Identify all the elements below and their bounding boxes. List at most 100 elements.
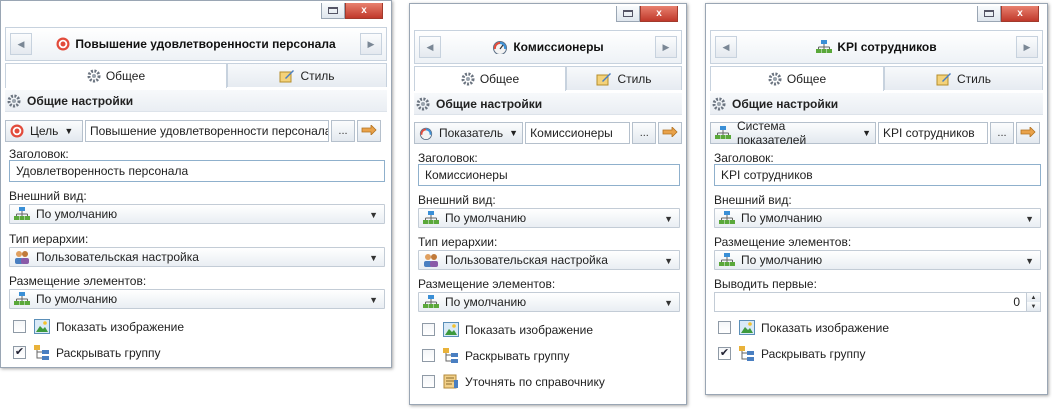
section-title: Общие настройки xyxy=(436,96,543,111)
browse-button[interactable]: ... xyxy=(632,122,657,144)
hierarchy-icon xyxy=(14,292,30,306)
next-arrow-button[interactable]: ▶ xyxy=(1016,36,1038,58)
restore-button[interactable] xyxy=(616,6,640,22)
gear-icon xyxy=(461,72,475,86)
show-image-label: Показать изображение xyxy=(465,322,594,337)
chevron-down-icon: ▼ xyxy=(64,126,74,136)
next-arrow-button[interactable]: ▶ xyxy=(655,36,677,58)
source-type-button[interactable]: Показатель ▼ xyxy=(414,122,524,144)
tab-general-label: Общее xyxy=(786,72,827,86)
expand-group-option[interactable]: ✔ Раскрывать группу xyxy=(718,346,865,361)
spinner-buttons[interactable]: ▲ ▼ xyxy=(1026,293,1040,311)
close-button[interactable]: x xyxy=(1001,6,1039,22)
placement-select[interactable]: По умолчанию ▼ xyxy=(9,289,385,309)
window-controls: x xyxy=(321,3,383,21)
chevron-down-icon: ▼ xyxy=(509,128,519,138)
prev-arrow-button[interactable]: ◀ xyxy=(419,36,441,58)
chevron-down-icon: ▼ xyxy=(369,295,378,305)
expand-group-checkbox[interactable]: ✔ xyxy=(718,347,731,360)
heading-input[interactable]: KPI сотрудников xyxy=(714,164,1041,186)
panel-title: Комиссионеры xyxy=(513,40,604,54)
placement-label: Размещение элементов: xyxy=(9,274,147,288)
tab-style[interactable]: Стиль xyxy=(566,66,682,90)
placement-value: По умолчанию xyxy=(741,253,823,267)
prev-arrow-button[interactable]: ◀ xyxy=(10,33,32,55)
heading-input[interactable]: Удовлетворенность персонала xyxy=(9,160,385,182)
hierarchy-type-select[interactable]: Пользовательская настройка ▼ xyxy=(418,250,680,270)
restore-button[interactable] xyxy=(321,3,345,19)
appearance-value: По умолчанию xyxy=(36,207,118,221)
link-arrow-icon xyxy=(1020,125,1036,140)
source-type-button[interactable]: Система показателей ▼ xyxy=(710,119,876,147)
placement-select[interactable]: По умолчанию ▼ xyxy=(714,250,1041,270)
show-image-option[interactable]: Показать изображение xyxy=(422,322,593,337)
heading-label: Заголовок: xyxy=(418,151,478,165)
chevron-down-icon: ▼ xyxy=(862,128,871,138)
heading-input[interactable]: Комиссионеры xyxy=(418,164,680,186)
users-icon xyxy=(423,253,439,267)
expand-group-option[interactable]: ✔ Раскрывать группу xyxy=(13,345,160,360)
appearance-select[interactable]: По умолчанию ▼ xyxy=(418,208,680,228)
expand-group-option[interactable]: Раскрывать группу xyxy=(422,348,569,363)
image-icon xyxy=(443,322,459,337)
hierarchy-type-select[interactable]: Пользовательская настройка ▼ xyxy=(9,247,385,267)
browse-button[interactable]: ... xyxy=(990,122,1014,144)
chevron-down-icon: ▼ xyxy=(664,256,673,266)
browse-button[interactable]: ... xyxy=(331,120,355,142)
spin-up-icon[interactable]: ▲ xyxy=(1027,293,1040,302)
group-icon xyxy=(739,346,755,361)
show-image-option[interactable]: Показать изображение xyxy=(13,319,184,334)
expand-group-label: Раскрывать группу xyxy=(761,346,866,361)
appearance-select[interactable]: По умолчанию ▼ xyxy=(714,208,1041,228)
show-image-checkbox[interactable] xyxy=(718,321,731,334)
tab-general[interactable]: Общее xyxy=(5,63,227,88)
spin-down-icon[interactable]: ▼ xyxy=(1027,302,1040,311)
source-value-field[interactable]: Комиссионеры xyxy=(525,122,631,144)
chevron-down-icon: ▼ xyxy=(1025,214,1034,224)
placement-select[interactable]: По умолчанию ▼ xyxy=(418,292,680,312)
section-header: Общие настройки xyxy=(5,90,387,112)
panel-title-bar: ◀ Повышение удовлетворенности персонала … xyxy=(5,27,387,61)
restore-button[interactable] xyxy=(977,6,1001,22)
show-first-spinner[interactable]: 0 ▲ ▼ xyxy=(714,292,1041,312)
tab-style[interactable]: Стиль xyxy=(884,66,1043,90)
prev-arrow-button[interactable]: ◀ xyxy=(715,36,737,58)
style-icon xyxy=(936,72,952,86)
settings-panel-indicator: x ◀ Комиссионеры ▶ Общее Стиль Общие нас… xyxy=(409,3,687,405)
appearance-select[interactable]: По умолчанию ▼ xyxy=(9,204,385,224)
source-row: Система показателей ▼ KPI сотрудников ..… xyxy=(710,119,1043,147)
link-button[interactable] xyxy=(357,120,381,142)
refine-by-directory-checkbox[interactable] xyxy=(422,375,435,388)
tab-general[interactable]: Общее xyxy=(710,66,884,91)
tab-style[interactable]: Стиль xyxy=(227,63,387,87)
group-icon xyxy=(443,348,459,363)
next-arrow-button[interactable]: ▶ xyxy=(360,33,382,55)
tab-style-label: Стиль xyxy=(956,71,992,86)
tab-general[interactable]: Общее xyxy=(414,66,566,91)
show-image-option[interactable]: Показать изображение xyxy=(718,320,889,335)
hierarchy-icon xyxy=(816,40,833,54)
show-image-checkbox[interactable] xyxy=(13,320,26,333)
source-type-label: Система показателей xyxy=(737,119,807,147)
target-icon xyxy=(56,37,70,51)
close-button[interactable]: x xyxy=(640,6,678,22)
tab-strip: Общее Стиль xyxy=(710,66,1043,91)
link-button[interactable] xyxy=(658,122,682,144)
chevron-down-icon: ▼ xyxy=(1025,256,1034,266)
source-type-button[interactable]: Цель ▼ xyxy=(5,120,83,142)
show-image-checkbox[interactable] xyxy=(422,323,435,336)
gear-icon xyxy=(712,97,726,111)
close-button[interactable]: x xyxy=(345,3,383,19)
section-header: Общие настройки xyxy=(414,93,682,115)
chevron-down-icon: ▼ xyxy=(664,214,673,224)
source-value-field[interactable]: Повышение удовлетворенности персонала xyxy=(85,120,329,142)
source-value-field[interactable]: KPI сотрудников xyxy=(878,122,988,144)
users-icon xyxy=(14,250,30,264)
refine-by-directory-option[interactable]: Уточнять по справочнику xyxy=(422,374,605,389)
placement-value: По умолчанию xyxy=(36,292,118,306)
hierarchy-type-label: Тип иерархии: xyxy=(418,235,498,249)
link-button[interactable] xyxy=(1016,122,1040,144)
expand-group-checkbox[interactable] xyxy=(422,349,435,362)
expand-group-checkbox[interactable]: ✔ xyxy=(13,346,26,359)
appearance-value: По умолчанию xyxy=(445,211,527,225)
